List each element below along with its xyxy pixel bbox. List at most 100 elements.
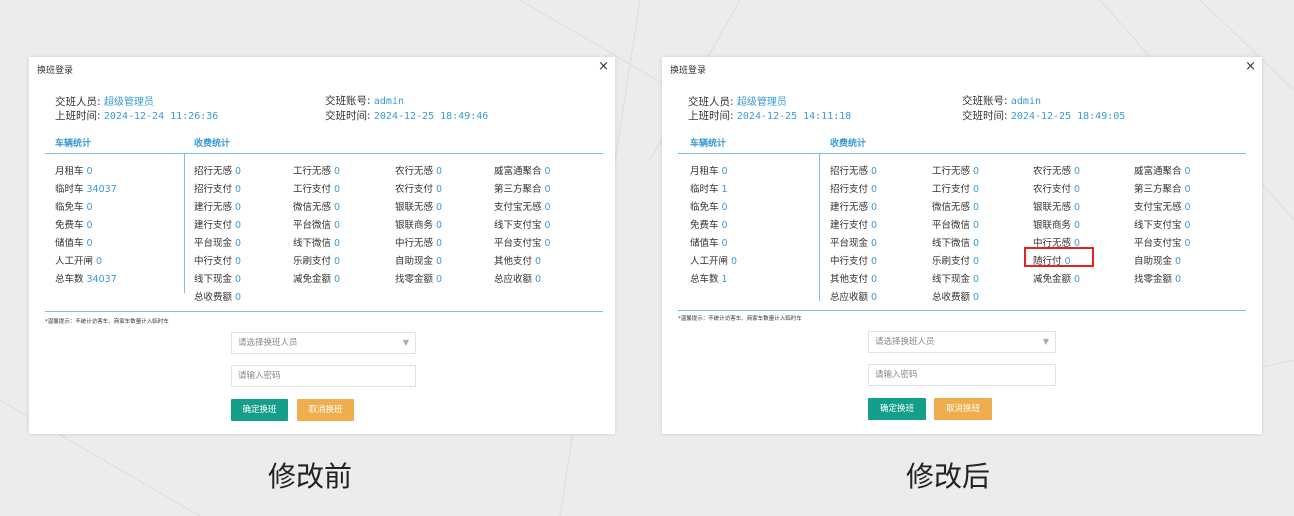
note-text: *温馨提示：不统计访客车、商家车数量计入临时车 xyxy=(678,316,802,322)
password-input[interactable]: 请输入密码 xyxy=(231,365,416,387)
shift-start-label: 上班时间: xyxy=(688,110,734,122)
stat-label: 其他支付 xyxy=(830,274,869,285)
stat-item: 第三方聚合 0 xyxy=(494,181,551,195)
stat-item: 农行支付 0 xyxy=(395,181,442,195)
stat-label: 总车数 xyxy=(55,274,84,285)
stat-item: 免费车 0 xyxy=(55,217,93,231)
select-placeholder: 请选择换班人员 xyxy=(875,337,935,347)
stat-label: 中行无感 xyxy=(395,238,434,249)
stat-item: 免费车 0 xyxy=(690,217,728,231)
stat-value: 0 xyxy=(535,274,542,285)
stat-label: 工行无感 xyxy=(293,166,332,177)
stat-value: 0 xyxy=(1175,256,1182,267)
stat-value: 0 xyxy=(436,202,443,213)
stat-value: 0 xyxy=(973,274,980,285)
handover-person-select[interactable]: 请选择换班人员 ▼ xyxy=(231,332,416,354)
shift-start-value: 2024-12-25 14:11:18 xyxy=(736,111,852,122)
stat-item: 总应收额 0 xyxy=(494,271,541,285)
close-icon[interactable]: × xyxy=(1245,59,1256,74)
header-divider xyxy=(678,153,1246,154)
close-icon[interactable]: × xyxy=(598,59,609,74)
stat-label: 中行支付 xyxy=(194,256,233,267)
password-placeholder: 请输入密码 xyxy=(875,370,918,380)
stat-item: 临时车 1 xyxy=(690,181,728,195)
stat-label: 临免车 xyxy=(690,202,719,213)
stat-label: 支付宝无感 xyxy=(1134,202,1182,213)
stat-label: 线下支付宝 xyxy=(1134,220,1182,231)
stat-item: 自助现金 0 xyxy=(1134,253,1181,267)
confirm-handover-button[interactable]: 确定换班 xyxy=(868,398,926,420)
stat-value: 0 xyxy=(436,256,443,267)
stat-value: 0 xyxy=(871,292,878,303)
cancel-handover-button[interactable]: 取消换班 xyxy=(297,399,354,421)
stat-item: 建行无感 0 xyxy=(830,199,877,213)
stat-label: 线下支付宝 xyxy=(494,220,542,231)
stat-item: 线下现金 0 xyxy=(194,271,241,285)
stat-label: 免费车 xyxy=(55,220,84,231)
stat-item: 威富通聚合 0 xyxy=(1134,163,1191,177)
stat-value: 0 xyxy=(235,238,242,249)
stat-value: 0 xyxy=(334,274,341,285)
stat-value: 0 xyxy=(544,202,551,213)
handover-person: 交班人员: 超级管理员 xyxy=(688,93,787,109)
stat-value: 0 xyxy=(86,202,93,213)
stat-value: 0 xyxy=(1184,220,1191,231)
stat-value: 0 xyxy=(1074,220,1081,231)
stat-item: 临免车 0 xyxy=(55,199,93,213)
confirm-handover-button[interactable]: 确定换班 xyxy=(231,399,288,421)
stat-item: 支付宝无感 0 xyxy=(1134,199,1191,213)
stat-label: 农行无感 xyxy=(395,166,434,177)
stat-value: 0 xyxy=(334,166,341,177)
stat-value: 0 xyxy=(871,166,878,177)
caption-before: 修改前 xyxy=(268,460,353,493)
stat-value: 0 xyxy=(544,220,551,231)
stat-item: 平台支付宝 0 xyxy=(1134,235,1191,249)
stat-item: 找零金额 0 xyxy=(1134,271,1181,285)
stat-label: 工行无感 xyxy=(932,166,971,177)
stat-item: 银联商务 0 xyxy=(395,217,442,231)
stat-label: 银联商务 xyxy=(1033,220,1072,231)
stat-value: 0 xyxy=(436,220,443,231)
cancel-handover-button[interactable]: 取消换班 xyxy=(934,398,992,420)
stat-item: 支付宝无感 0 xyxy=(494,199,551,213)
stat-value: 0 xyxy=(235,220,242,231)
handover-person-value: 超级管理员 xyxy=(736,97,787,108)
stat-value: 0 xyxy=(721,166,728,177)
stat-value: 0 xyxy=(973,202,980,213)
stat-label: 临免车 xyxy=(55,202,84,213)
handover-person-label: 交班人员: xyxy=(688,96,734,108)
stat-label: 建行无感 xyxy=(194,202,233,213)
stat-value: 0 xyxy=(1074,184,1081,195)
stat-item: 工行支付 0 xyxy=(293,181,340,195)
stat-item: 储值车 0 xyxy=(55,235,93,249)
stat-value: 0 xyxy=(721,238,728,249)
vehicle-stats-title: 车辆统计 xyxy=(55,139,92,149)
stat-item: 招行无感 0 xyxy=(830,163,877,177)
stat-label: 找零金额 xyxy=(395,274,434,285)
stat-value: 0 xyxy=(1184,238,1191,249)
password-input[interactable]: 请输入密码 xyxy=(868,364,1056,386)
stat-label: 微信无感 xyxy=(293,202,332,213)
stat-value: 1 xyxy=(721,274,728,285)
handover-time-label: 交班时间: xyxy=(962,110,1008,122)
stat-label: 招行支付 xyxy=(194,184,233,195)
header-divider xyxy=(45,153,603,154)
stat-label: 平台微信 xyxy=(932,220,971,231)
dialog-title: 换班登录 xyxy=(37,66,74,76)
stat-label: 乐刷支付 xyxy=(932,256,971,267)
stat-value: 0 xyxy=(436,238,443,249)
handover-person-select[interactable]: 请选择换班人员 ▼ xyxy=(868,331,1056,353)
stat-value: 0 xyxy=(871,220,878,231)
stat-value: 0 xyxy=(86,238,93,249)
stat-label: 其他支付 xyxy=(494,256,533,267)
stat-item: 其他支付 0 xyxy=(494,253,541,267)
stat-item: 临免车 0 xyxy=(690,199,728,213)
stat-value: 0 xyxy=(973,238,980,249)
stat-value: 0 xyxy=(1074,274,1081,285)
stat-label: 线下微信 xyxy=(932,238,971,249)
stat-value: 0 xyxy=(973,256,980,267)
stat-label: 银联商务 xyxy=(395,220,434,231)
stat-value: 0 xyxy=(86,220,93,231)
stat-value: 0 xyxy=(544,184,551,195)
fee-stats-title: 收费统计 xyxy=(830,139,867,149)
